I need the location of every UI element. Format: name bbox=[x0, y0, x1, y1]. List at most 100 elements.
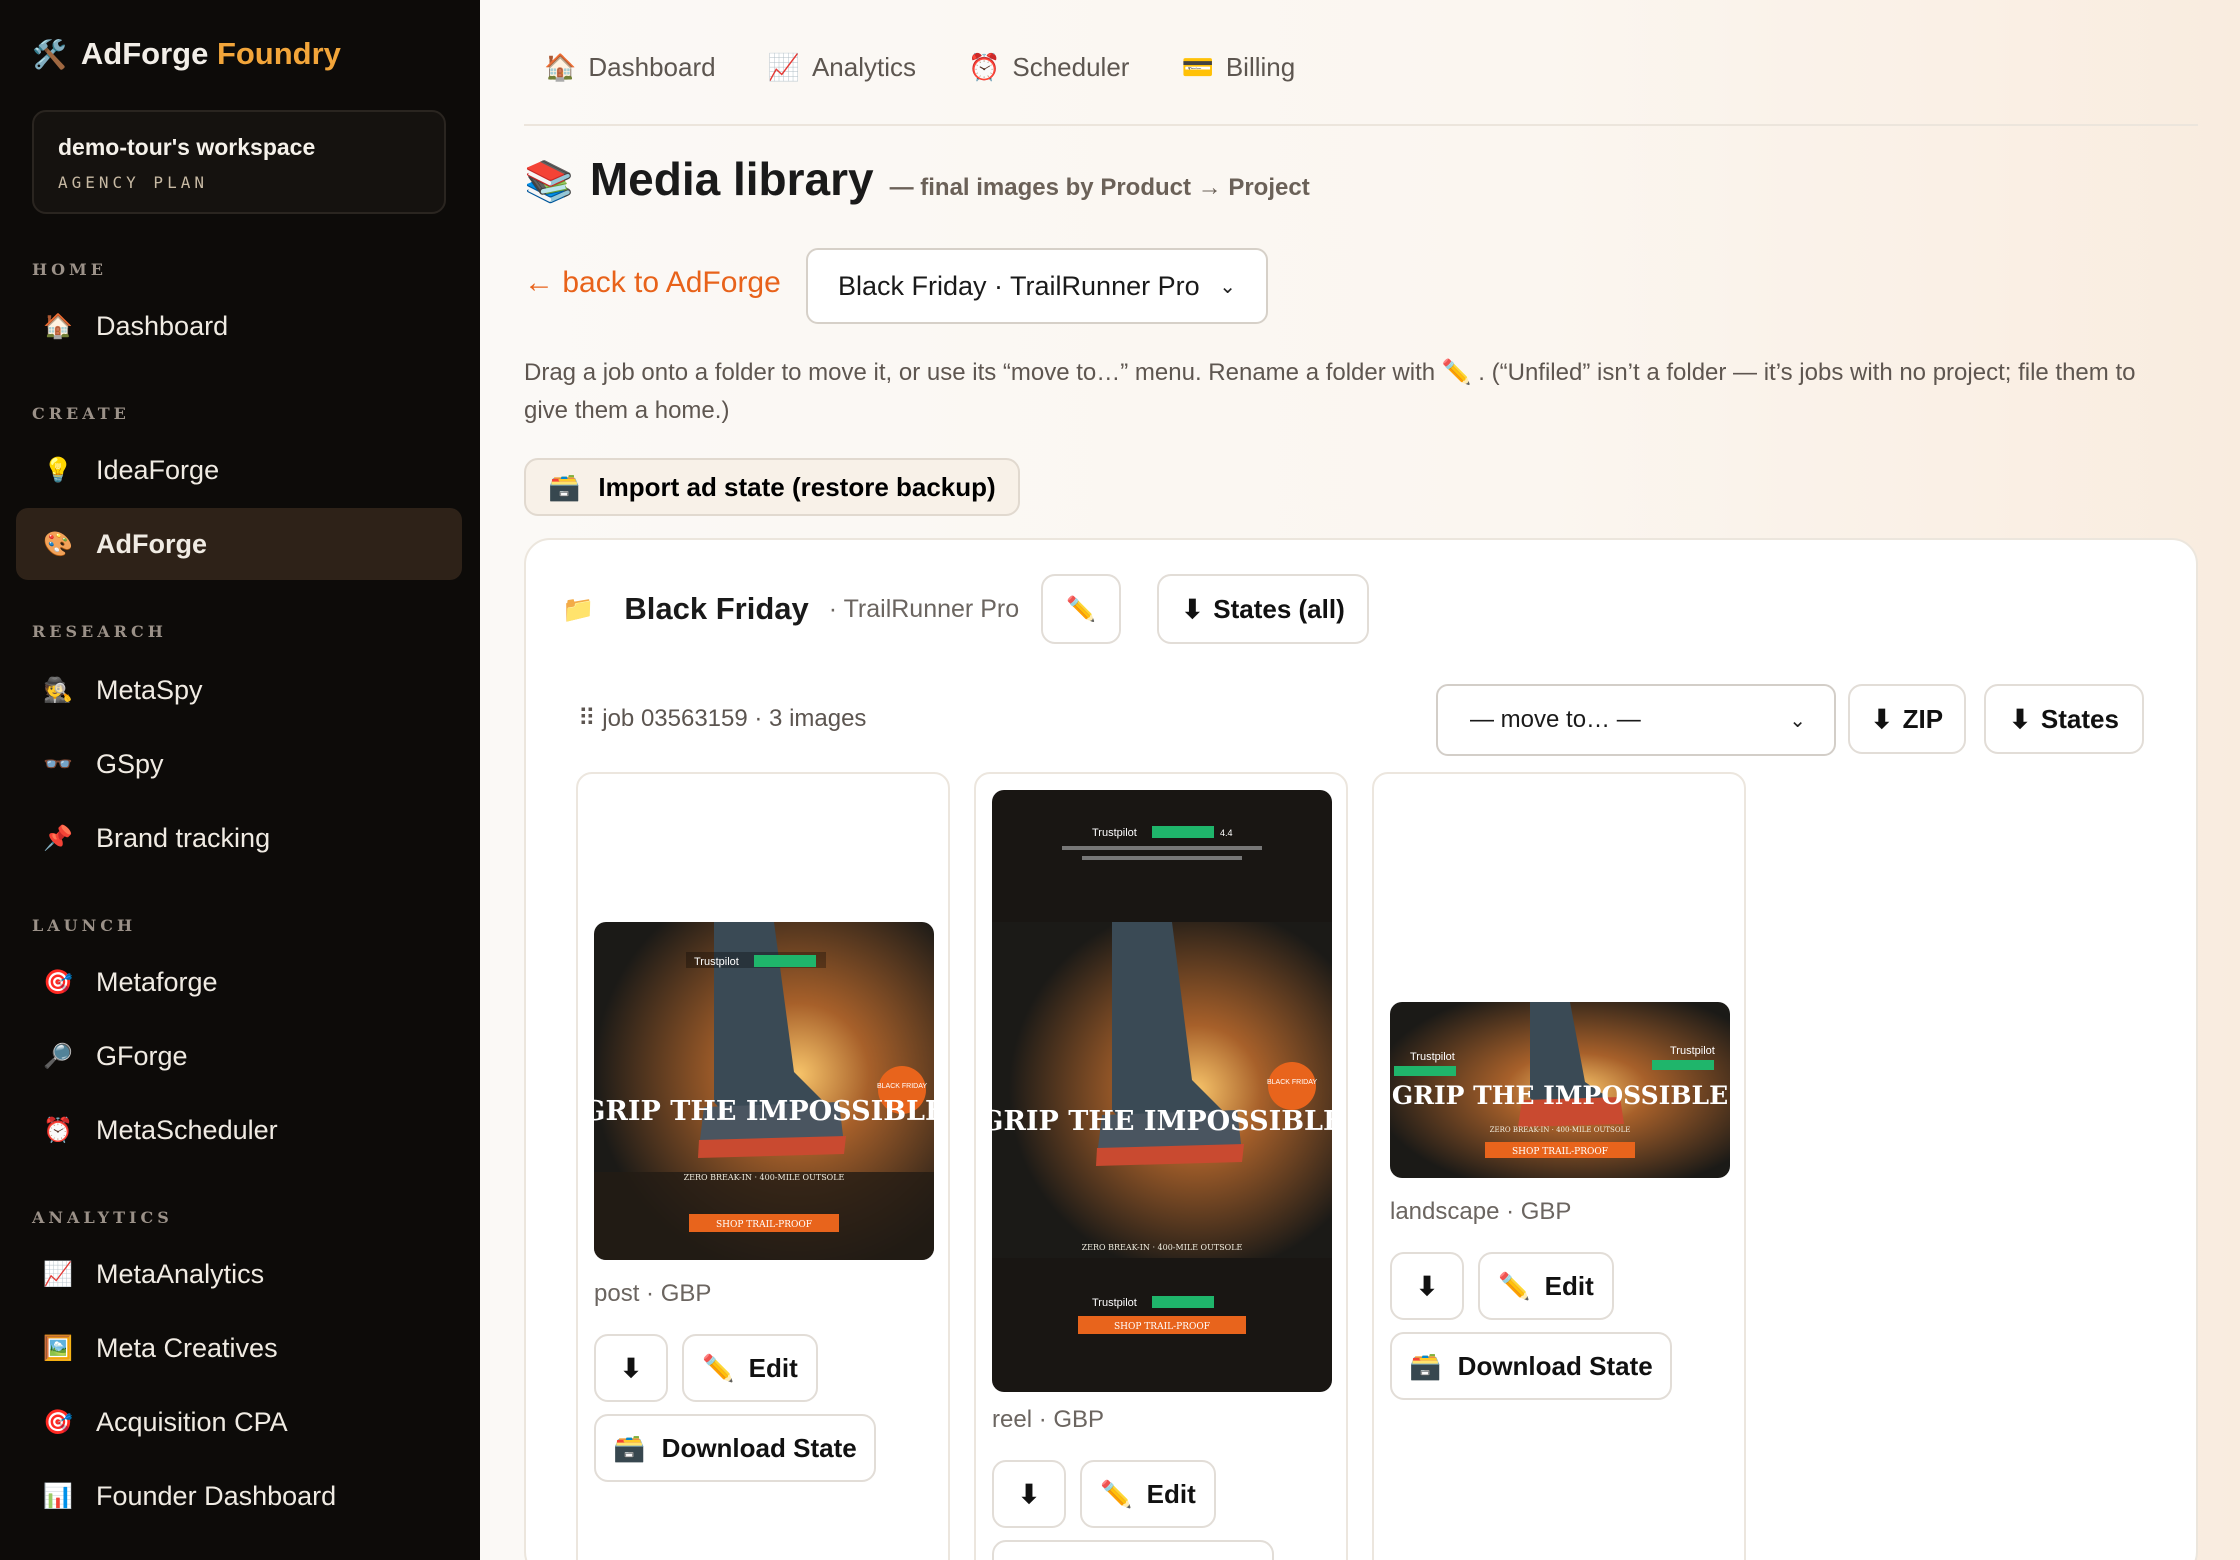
sidebar-item-gspy[interactable]: 👓 GSpy bbox=[16, 728, 462, 800]
download-state-button[interactable]: 🗃️Download State bbox=[594, 1414, 876, 1482]
topnav-dashboard[interactable]: 🏠 Dashboard bbox=[544, 52, 716, 83]
image-format-label: landscape · GBP bbox=[1390, 1198, 1572, 1225]
ad-cta: SHOP TRAIL-PROOF bbox=[1114, 1322, 1210, 1332]
sidebar-item-adforge[interactable]: 🎨 AdForge bbox=[16, 508, 462, 580]
move-to-select[interactable]: — move to… — ⌄ bbox=[1436, 684, 1836, 756]
tools-icon: 🛠️ bbox=[32, 38, 67, 70]
sidebar: 🛠️ AdForge Foundry demo-tour's workspace… bbox=[0, 0, 480, 1560]
sidebar-item-label: Meta Creatives bbox=[96, 1332, 278, 1363]
top-nav: 🏠 Dashboard 📈 Analytics ⏰ Scheduler 💳 Billin… bbox=[544, 52, 1295, 83]
download-image-button[interactable]: ⬇ bbox=[1390, 1252, 1464, 1320]
ad-headline: GRIP THE IMPOSSIBLE bbox=[594, 1096, 934, 1127]
sidebar-item-metascheduler[interactable]: ⏰ MetaScheduler bbox=[16, 1094, 462, 1166]
import-ad-state-button[interactable]: 🗃️ Import ad state (restore backup) bbox=[524, 458, 1020, 516]
download-states-all-button[interactable]: ⬇ States (all) bbox=[1157, 574, 1370, 644]
ad-tagline: ZERO BREAK-IN · 400-MILE OUTSOLE bbox=[1082, 1243, 1243, 1252]
image-format-label: reel · GBP bbox=[992, 1406, 1105, 1433]
edit-image-button[interactable]: ✏️ Edit bbox=[1478, 1252, 1614, 1320]
pencil-icon: ✏️ bbox=[1100, 1478, 1133, 1509]
brand-accent: Foundry bbox=[216, 36, 341, 71]
sidebar-item-ideaforge[interactable]: 💡 IdeaForge bbox=[16, 434, 462, 506]
project-select[interactable]: Black Friday · TrailRunner Pro ⌄ bbox=[806, 248, 1268, 324]
sidebar-item-gforge[interactable]: 🔎 GForge bbox=[16, 1020, 462, 1092]
ad-image-landscape[interactable]: Trustpilot Trustpilot GRIP THE IMPOSSIBL… bbox=[1390, 1002, 1730, 1178]
folder-header: 📁 Black Friday · TrailRunner Pro ✏️ ⬇ Sta… bbox=[562, 574, 1370, 644]
brand-logo[interactable]: 🛠️ AdForge Foundry bbox=[32, 36, 341, 72]
download-image-button[interactable]: ⬇ bbox=[992, 1460, 1066, 1528]
house-icon: 🏠 bbox=[544, 52, 577, 82]
topnav-scheduler[interactable]: ⏰ Scheduler bbox=[968, 52, 1129, 83]
bar-chart-icon: 📊 bbox=[43, 1482, 73, 1510]
section-home: HOME bbox=[32, 260, 107, 279]
sidebar-item-acquisition-cpa[interactable]: 🎯 Acquisition CPA bbox=[16, 1386, 462, 1458]
rename-folder-button[interactable]: ✏️ bbox=[1041, 574, 1122, 644]
page-subtitle: — final images by Product → Project bbox=[889, 174, 1310, 201]
move-to-value: — move to… — bbox=[1470, 706, 1641, 733]
sidebar-item-brand-tracking[interactable]: 📌 Brand tracking bbox=[16, 802, 462, 874]
workspace-plan: AGENCY PLAN bbox=[58, 173, 208, 192]
sidebar-item-label: MetaScheduler bbox=[96, 1114, 278, 1145]
image-format-label: post · GBP bbox=[594, 1280, 712, 1307]
edit-label: Edit bbox=[1146, 1478, 1196, 1509]
import-label: Import ad state (restore backup) bbox=[598, 471, 996, 502]
edit-image-button[interactable]: ✏️ Edit bbox=[682, 1334, 818, 1402]
sidebar-item-label: AdForge bbox=[96, 528, 207, 559]
badge-label: BLACK FRIDAY bbox=[877, 1083, 927, 1090]
sidebar-item-label: MetaAnalytics bbox=[96, 1258, 265, 1289]
page-heading: Media library bbox=[589, 153, 874, 205]
sidebar-item-label: Brand tracking bbox=[96, 822, 271, 853]
help-text: Drag a job onto a folder to move it, or … bbox=[524, 359, 2136, 424]
ad-cta: SHOP TRAIL-PROOF bbox=[716, 1220, 812, 1230]
sidebar-item-label: IdeaForge bbox=[96, 454, 220, 485]
job-drag-handle[interactable]: ⠿ job 03563159 · 3 images bbox=[578, 704, 866, 733]
trustpilot-label: Trustpilot bbox=[1410, 1051, 1455, 1063]
ad-image-landscape-art: Trustpilot Trustpilot GRIP THE IMPOSSIBL… bbox=[1390, 1002, 1730, 1178]
lightbulb-icon: 💡 bbox=[43, 456, 73, 484]
download-image-button[interactable]: ⬇ bbox=[594, 1334, 668, 1402]
sidebar-item-dashboard[interactable]: 🏠 Dashboard bbox=[16, 290, 462, 362]
books-icon: 📚 bbox=[524, 160, 574, 204]
folder-card[interactable]: 📁 Black Friday · TrailRunner Pro ✏️ ⬇ Sta… bbox=[524, 538, 2198, 1560]
box-icon: 🗃️ bbox=[548, 471, 581, 502]
edit-label: Edit bbox=[748, 1352, 798, 1383]
sidebar-item-metaforge[interactable]: 🎯 Metaforge bbox=[16, 946, 462, 1018]
topnav-billing[interactable]: 💳 Billing bbox=[1181, 52, 1295, 83]
rating-label: 4.4 bbox=[1220, 828, 1233, 838]
download-icon: ⬇ bbox=[620, 1352, 642, 1383]
sidebar-item-label: MetaSpy bbox=[96, 674, 203, 705]
sidebar-item-metaanalytics[interactable]: 📈 MetaAnalytics bbox=[16, 1238, 462, 1310]
sidebar-item-label: GSpy bbox=[96, 748, 164, 779]
sidebar-item-meta-creatives[interactable]: 🖼️ Meta Creatives bbox=[16, 1312, 462, 1384]
workspace-switcher[interactable]: demo-tour's workspace AGENCY PLAN bbox=[32, 110, 446, 214]
pin-icon: 📌 bbox=[43, 824, 73, 852]
pencil-icon: ✏️ bbox=[1498, 1270, 1531, 1301]
chart-up-icon: 📈 bbox=[43, 1260, 73, 1288]
topnav-label: Billing bbox=[1225, 52, 1296, 82]
back-to-adforge-link[interactable]: ← back to AdForge bbox=[524, 266, 781, 300]
divider bbox=[524, 124, 2198, 126]
download-states-button[interactable]: ⬇ States bbox=[1984, 684, 2144, 754]
target-icon: 🎯 bbox=[43, 968, 73, 996]
chart-up-icon: 📈 bbox=[767, 52, 800, 82]
download-state-button[interactable]: 🗃️Download State bbox=[1390, 1332, 1672, 1400]
image-card-landscape: Trustpilot Trustpilot GRIP THE IMPOSSIBL… bbox=[1372, 772, 1746, 1560]
sidebar-item-metaspy[interactable]: 🕵️ MetaSpy bbox=[16, 654, 462, 726]
download-state-button[interactable]: 🗃️Download State bbox=[992, 1540, 1274, 1560]
page-title: 📚 Media library — final images by Produc… bbox=[524, 152, 1310, 206]
credit-card-icon: 💳 bbox=[1181, 52, 1214, 82]
ad-image-post[interactable]: Trustpilot BLACK FRIDAY GRIP THE IMPOSSI… bbox=[594, 922, 934, 1260]
download-state-label: Download State bbox=[1457, 1350, 1653, 1381]
sidebar-item-founder-dashboard[interactable]: 📊 Founder Dashboard bbox=[16, 1460, 462, 1532]
ad-image-reel[interactable]: Trustpilot 4.4 BLACK FRIDAY GRIP THE IMP… bbox=[992, 790, 1332, 1392]
picture-icon: 🖼️ bbox=[43, 1334, 73, 1362]
download-zip-button[interactable]: ⬇ ZIP bbox=[1848, 684, 1966, 754]
pencil-icon: ✏️ bbox=[702, 1352, 735, 1383]
folder-name: Black Friday bbox=[624, 591, 809, 626]
download-icon: ⬇ bbox=[1181, 593, 1204, 624]
badge-label: BLACK FRIDAY bbox=[1267, 1079, 1317, 1086]
sidebar-item-label: Founder Dashboard bbox=[96, 1480, 337, 1511]
topnav-label: Dashboard bbox=[588, 52, 716, 82]
edit-image-button[interactable]: ✏️ Edit bbox=[1080, 1460, 1216, 1528]
trustpilot-label: Trustpilot bbox=[1670, 1045, 1715, 1057]
topnav-analytics[interactable]: 📈 Analytics bbox=[768, 52, 916, 83]
